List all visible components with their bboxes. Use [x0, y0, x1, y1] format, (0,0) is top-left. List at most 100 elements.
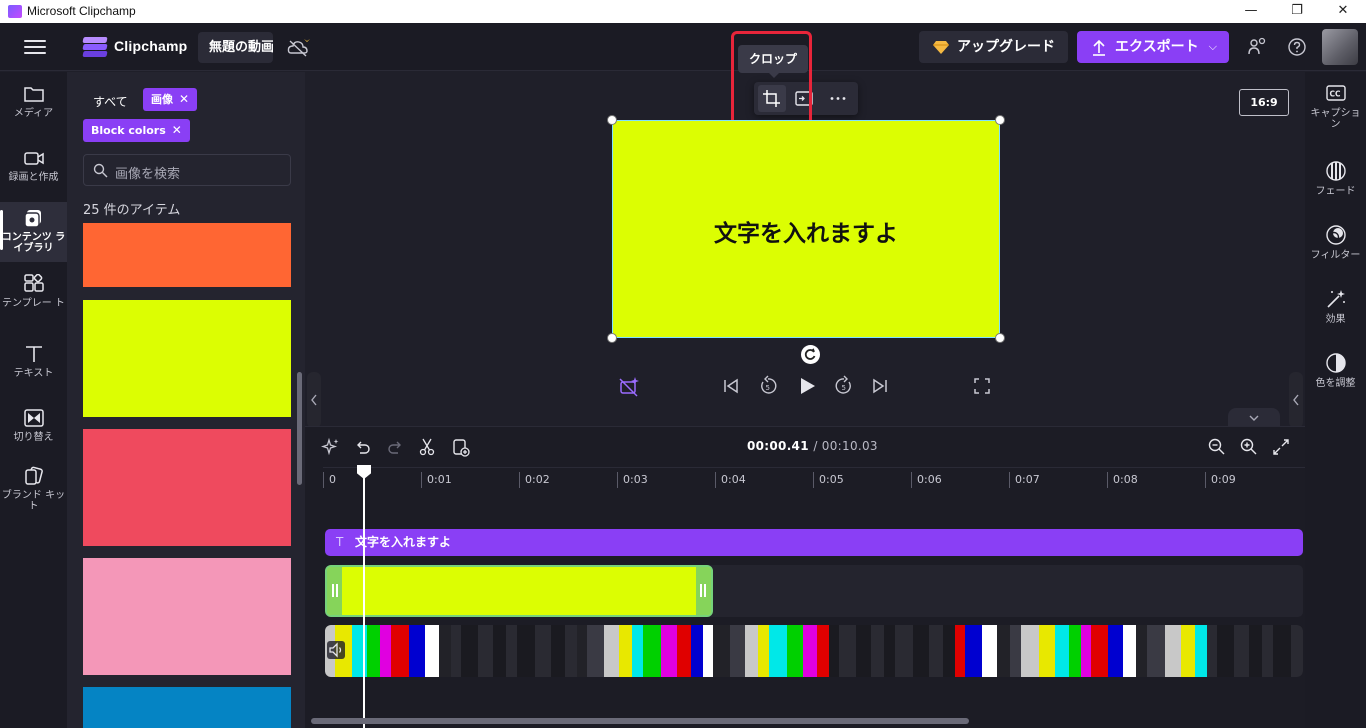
filmstrip-frame [1010, 625, 1021, 677]
timeline-scrollbar[interactable] [311, 718, 969, 724]
help-icon[interactable] [1287, 37, 1307, 57]
rnav-captions[interactable]: CC キャプショ ン [1305, 82, 1366, 130]
fade-icon [1325, 161, 1346, 181]
nav-text-label: テキスト [13, 368, 54, 379]
timeline-panel: 00:00.41 / 00:10.03 0 0:01 0:02 0:03 0:0… [305, 426, 1305, 728]
project-name-field[interactable]: 無題の動画 [198, 32, 273, 63]
current-time: 00:00.41 [747, 439, 809, 453]
color-block-item[interactable] [83, 429, 291, 546]
skip-forward-icon[interactable] [869, 375, 891, 397]
collapse-timeline-button[interactable] [1228, 408, 1280, 426]
text-track-icon: T [336, 535, 344, 549]
redo-icon[interactable] [385, 437, 405, 457]
rnav-fade[interactable]: フェード [1305, 160, 1366, 200]
magic-sparkle-icon[interactable] [321, 437, 341, 457]
close-window-button[interactable]: ✕ [1320, 0, 1366, 23]
filter-all-chip[interactable]: すべて [93, 93, 128, 110]
text-clip[interactable]: T 文字を入れますよ [325, 529, 1303, 556]
close-icon[interactable]: ✕ [172, 119, 182, 142]
content-library-panel: すべて 画像 ✕ Block colors ✕ 画像を検索 25 件のアイテム [67, 72, 305, 728]
filmstrip-frame [1291, 625, 1303, 677]
resize-handle[interactable] [995, 333, 1005, 343]
minimize-button[interactable]: — [1228, 0, 1274, 23]
add-clip-icon[interactable] [451, 437, 471, 457]
svg-text:5: 5 [766, 384, 770, 392]
aspect-ratio-button[interactable]: 16:9 [1239, 89, 1289, 116]
undo-icon[interactable] [353, 437, 373, 457]
rnav-color-adjust[interactable]: 色を調整 [1305, 352, 1366, 392]
preview-stage: クロップ 文字を入れますよ 16:9 5 5 [305, 31, 1305, 428]
right-properties-rail: CC キャプショ ン フェード フィルター 効果 色を調整 [1305, 72, 1366, 728]
camera-off-sparkle-icon[interactable] [618, 375, 640, 397]
filmstrip-frame [1217, 625, 1234, 677]
rewind-5s-icon[interactable]: 5 [757, 375, 779, 397]
filmstrip-frame [1039, 625, 1055, 677]
resize-handle[interactable] [607, 333, 617, 343]
filmstrip-frame [1207, 625, 1217, 677]
rnav-color-adjust-label: 色を調整 [1315, 378, 1356, 389]
filmstrip-frame [587, 625, 604, 677]
filters-icon [1325, 225, 1346, 245]
zoom-out-icon[interactable] [1207, 437, 1227, 457]
nav-text[interactable]: テキスト [0, 344, 67, 388]
cloud-sync-off-icon[interactable] [287, 38, 311, 58]
close-icon[interactable]: ✕ [179, 88, 189, 111]
search-input[interactable]: 画像を検索 [83, 154, 291, 186]
timeline-ruler[interactable]: 0 0:01 0:02 0:03 0:04 0:05 0:06 0:07 0:0… [323, 467, 1305, 489]
share-people-icon[interactable] [1247, 37, 1267, 57]
nav-templates[interactable]: テンプレー ト [0, 274, 67, 324]
filmstrip-frame [913, 625, 929, 677]
forward-5s-icon[interactable]: 5 [833, 375, 855, 397]
collapse-right-panel-button[interactable] [1289, 372, 1303, 428]
collapse-left-panel-button[interactable] [307, 372, 321, 428]
text-clip-label: 文字を入れますよ [355, 535, 452, 549]
maximize-button[interactable]: ❐ [1274, 0, 1320, 23]
play-icon[interactable] [796, 375, 818, 397]
upload-icon [1093, 39, 1105, 56]
filter-block-colors-chip[interactable]: Block colors ✕ [83, 119, 190, 142]
playhead[interactable] [357, 465, 371, 728]
upgrade-button[interactable]: アップグレード [919, 31, 1068, 63]
nav-media[interactable]: メディア [0, 84, 67, 134]
rnav-filters-label: フィルター [1310, 250, 1361, 261]
nav-transitions[interactable]: 切り替え [0, 408, 67, 452]
nav-record[interactable]: 録画と作成 [0, 148, 67, 198]
panel-scrollbar[interactable] [297, 372, 302, 485]
volume-icon[interactable] [327, 641, 345, 659]
canvas-text[interactable]: 文字を入れますよ [613, 214, 999, 248]
resize-handle[interactable] [607, 115, 617, 125]
filmstrip-frame [409, 625, 425, 677]
skip-back-icon[interactable] [720, 375, 742, 397]
color-block-item[interactable] [83, 687, 291, 728]
content-library-icon [23, 210, 41, 228]
fit-timeline-icon[interactable] [1271, 437, 1291, 457]
video-clip[interactable] [325, 625, 1303, 677]
filmstrip-frame [1081, 625, 1091, 677]
split-scissors-icon[interactable] [417, 437, 437, 457]
fullscreen-icon[interactable] [971, 375, 993, 397]
rotate-icon[interactable] [801, 345, 820, 364]
nav-templates-label: テンプレー ト [2, 298, 65, 309]
rnav-effects[interactable]: 効果 [1305, 288, 1366, 328]
user-avatar[interactable] [1322, 29, 1358, 65]
clip-trim-handle-left[interactable] [327, 567, 342, 615]
filter-image-chip[interactable]: 画像 ✕ [143, 88, 197, 111]
image-clip[interactable] [325, 565, 713, 617]
clip-trim-handle-right[interactable] [696, 567, 711, 615]
nav-brand-kit-label: ブランド キッ ト [1, 490, 66, 512]
filmstrip-frame [1091, 625, 1108, 677]
color-block-item[interactable] [83, 558, 291, 675]
filmstrip-frame [1069, 625, 1081, 677]
zoom-in-icon[interactable] [1239, 437, 1259, 457]
nav-content-library[interactable]: コンテンツ ライブラリ [0, 202, 67, 262]
menu-icon[interactable] [24, 40, 46, 54]
filmstrip-frame [493, 625, 506, 677]
more-options-icon[interactable] [824, 85, 852, 112]
resize-handle[interactable] [995, 115, 1005, 125]
color-block-item[interactable] [83, 300, 291, 417]
video-canvas[interactable]: 文字を入れますよ [612, 120, 1000, 338]
rnav-filters[interactable]: フィルター [1305, 224, 1366, 264]
color-block-item[interactable] [83, 223, 291, 287]
nav-brand-kit[interactable]: ブランド キッ ト [0, 466, 67, 522]
export-button[interactable]: エクスポート ⌵ [1077, 31, 1229, 63]
